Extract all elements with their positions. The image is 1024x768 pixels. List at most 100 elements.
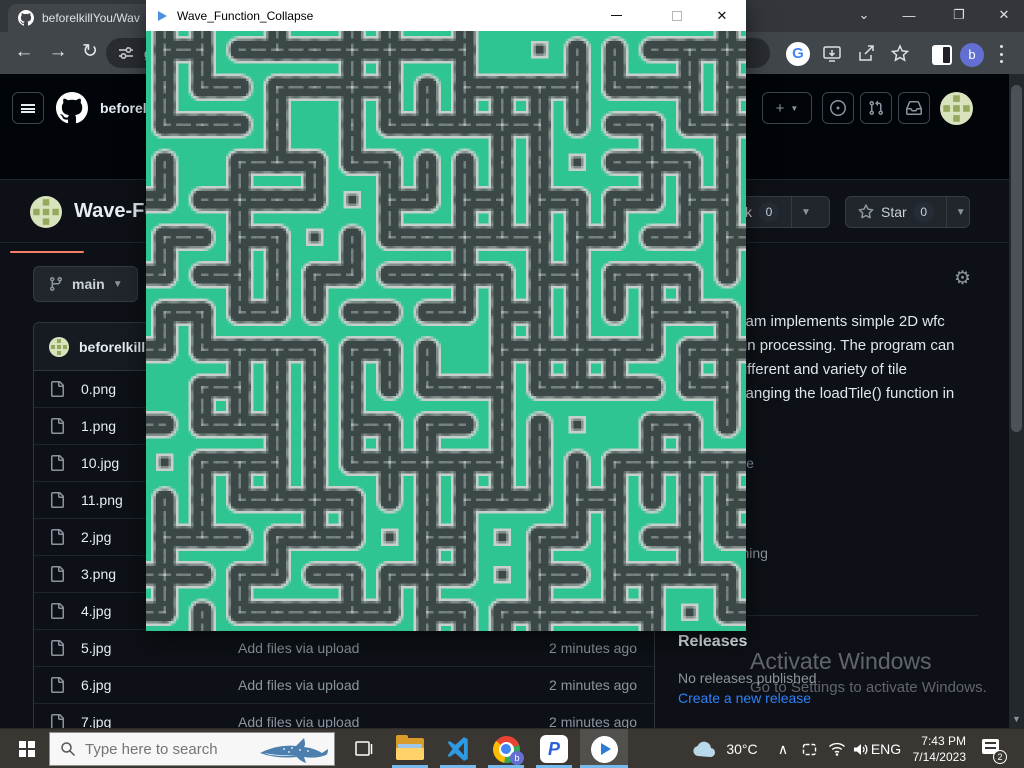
releases-heading[interactable]: Releases [678, 633, 747, 651]
sketch-app-icon [158, 11, 167, 21]
github-favicon [18, 10, 34, 26]
star-button[interactable]: Star 0 ▼ [845, 196, 970, 228]
scrollbar-down-arrow[interactable]: ▼ [1009, 714, 1024, 724]
search-icon [60, 741, 76, 757]
processing-icon: P [540, 735, 568, 763]
wifi-icon [828, 742, 846, 756]
file-icon [49, 418, 65, 434]
browser-tab-title: beforelkillYou/Wav [42, 11, 140, 25]
site-settings-icon[interactable] [118, 45, 134, 61]
file-name[interactable]: 6.jpg [81, 677, 111, 693]
task-view-icon [354, 739, 374, 759]
branch-selector[interactable]: main ▼ [33, 266, 138, 302]
file-commit-message[interactable]: Add files via upload [238, 677, 359, 693]
windows-logo-icon [19, 741, 35, 757]
file-name[interactable]: 10.jpg [81, 455, 119, 471]
inbox-icon [906, 100, 922, 116]
sketch-titlebar[interactable]: Wave_Function_Collapse ✕ [146, 0, 746, 31]
browser-menu-icon[interactable] [1000, 45, 1004, 63]
file-name[interactable]: 3.png [81, 566, 116, 582]
language-indicator[interactable]: ENG [868, 729, 904, 768]
file-name[interactable]: 11.png [81, 492, 123, 508]
weather-icon[interactable] [688, 729, 720, 768]
about-settings-gear-icon[interactable]: ⚙ [954, 267, 971, 290]
google-extension-icon[interactable]: G [786, 42, 810, 66]
wfc-canvas [146, 31, 746, 631]
vscode-icon [445, 736, 471, 762]
sketch-minimize-button[interactable] [599, 0, 633, 31]
star-count: 0 [914, 202, 934, 222]
wifi-button[interactable] [824, 729, 850, 768]
desktop: beforelkillYou/Wav ⌄ — ❐ ✕ ← → ↻ g G b b… [0, 0, 1024, 768]
browser-restore-button[interactable]: ❐ [940, 0, 978, 30]
bookmark-star-icon[interactable] [890, 44, 910, 64]
tablet-mode-icon[interactable] [796, 729, 822, 768]
clock-date: 7/14/2023 [902, 749, 966, 765]
file-commit-message[interactable]: Add files via upload [238, 640, 359, 656]
repo-avatar [30, 196, 62, 228]
forward-icon[interactable]: → [46, 42, 70, 62]
back-icon[interactable]: ← [12, 42, 36, 62]
file-name[interactable]: 5.jpg [81, 640, 111, 656]
processing-button[interactable]: P [532, 729, 576, 768]
tray-chevron-icon[interactable]: ∧ [772, 729, 794, 768]
issues-icon [830, 100, 846, 116]
search-input[interactable] [85, 741, 245, 758]
github-logo[interactable] [56, 92, 88, 124]
task-view-button[interactable] [344, 729, 384, 768]
browser-close-button[interactable]: ✕ [985, 0, 1023, 30]
profile-avatar[interactable]: b [960, 43, 984, 67]
browser-tab-search-chevron[interactable]: ⌄ [845, 0, 883, 30]
sketch-window-title: Wave_Function_Collapse [177, 9, 313, 23]
clock-time: 7:43 PM [902, 733, 966, 749]
page-scrollbar[interactable]: ▼ [1009, 74, 1024, 728]
start-button[interactable] [8, 729, 46, 768]
file-name[interactable]: 1.png [81, 418, 116, 434]
table-row: 6.jpg Add files via upload 2 minutes ago [34, 667, 654, 704]
whale-shark-image [256, 735, 332, 765]
file-explorer-button[interactable] [388, 729, 432, 768]
sketch-close-button[interactable]: ✕ [705, 0, 739, 31]
sketch-maximize-button[interactable] [660, 0, 694, 31]
file-name[interactable]: 0.png [81, 381, 116, 397]
active-tab-underline [10, 251, 84, 253]
branch-name: main [72, 276, 105, 292]
cloud-icon [691, 740, 717, 758]
fork-dropdown[interactable]: ▼ [791, 197, 820, 227]
notification-center-button[interactable]: 2 [980, 737, 1004, 761]
file-icon [49, 492, 65, 508]
file-icon [49, 455, 65, 471]
side-panel-icon[interactable] [932, 45, 952, 65]
file-icon [49, 529, 65, 545]
create-new-button[interactable]: +▼ [762, 92, 812, 124]
share-icon[interactable] [856, 44, 876, 64]
star-dropdown[interactable]: ▼ [946, 197, 975, 227]
notifications-inbox-button[interactable] [898, 92, 930, 124]
file-name[interactable]: 2.jpg [81, 529, 111, 545]
taskbar: b P 30°C ∧ ENG 7:43 PM 7/14/2023 2 [0, 728, 1024, 768]
fork-count: 0 [759, 202, 779, 222]
chrome-profile-badge: b [510, 751, 524, 765]
file-explorer-icon [396, 738, 424, 760]
chevron-down-icon: ▼ [113, 279, 123, 290]
scrollbar-thumb[interactable] [1011, 85, 1022, 432]
browser-minimize-button[interactable]: — [890, 0, 928, 30]
running-sketch-button[interactable] [580, 729, 628, 768]
user-avatar[interactable] [940, 92, 973, 125]
weather-temp[interactable]: 30°C [722, 729, 762, 768]
file-name[interactable]: 4.jpg [81, 603, 111, 619]
hamburger-icon [21, 104, 35, 113]
header-issues-button[interactable] [822, 92, 854, 124]
hamburger-menu-button[interactable] [12, 92, 44, 124]
vscode-button[interactable] [436, 729, 480, 768]
taskbar-search[interactable] [49, 732, 335, 766]
reload-icon[interactable]: ↻ [78, 42, 102, 62]
taskbar-clock[interactable]: 7:43 PM 7/14/2023 [902, 733, 966, 765]
install-icon[interactable] [822, 44, 842, 64]
header-pull-requests-button[interactable] [860, 92, 892, 124]
chrome-button[interactable]: b [484, 729, 528, 768]
committer-avatar[interactable] [49, 337, 69, 357]
branch-icon [48, 276, 64, 292]
file-icon [49, 566, 65, 582]
activate-windows-watermark: Activate Windows Go to Settings to activ… [750, 648, 987, 696]
